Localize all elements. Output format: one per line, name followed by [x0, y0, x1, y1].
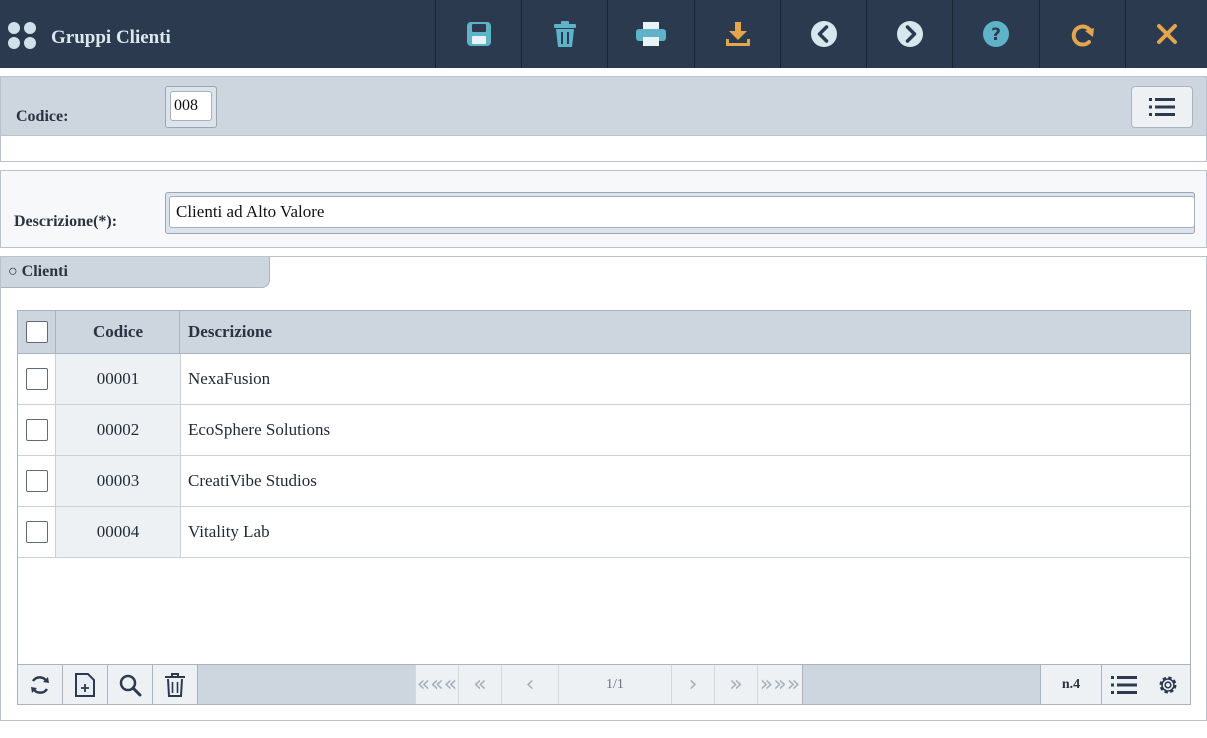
column-header-descrizione[interactable]: Descrizione	[188, 311, 788, 353]
download-button[interactable]	[694, 0, 780, 68]
descrizione-field-wrapper	[165, 192, 1195, 234]
descrizione-label: Descrizione(*):	[14, 213, 118, 230]
descrizione-input[interactable]	[169, 196, 1195, 228]
row-checkbox[interactable]	[26, 419, 48, 441]
descrizione-panel: Descrizione(*):	[0, 170, 1207, 248]
search-icon	[119, 674, 142, 696]
cell-codice: 00004	[55, 507, 181, 557]
next-block-button[interactable]: »	[714, 665, 757, 704]
search-button[interactable]	[108, 665, 153, 704]
last-page-button[interactable]: »»»	[757, 665, 803, 704]
grid-header: Codice Descrizione	[18, 311, 1190, 354]
columns-list-button[interactable]	[1101, 665, 1147, 704]
row-checkbox[interactable]	[26, 368, 48, 390]
new-document-icon	[75, 672, 95, 697]
cell-descrizione: EcoSphere Solutions	[188, 420, 331, 439]
row-count: n.4	[1040, 665, 1101, 704]
table-row[interactable]: 00004 Vitality Lab	[18, 507, 1190, 558]
codice-input[interactable]	[170, 91, 212, 121]
table-row[interactable]: 00002 EcoSphere Solutions	[18, 405, 1190, 456]
trash-icon	[553, 21, 576, 47]
table-row[interactable]: 00001 NexaFusion	[18, 354, 1190, 405]
list-icon	[1111, 675, 1137, 694]
save-button[interactable]	[435, 0, 521, 68]
refresh-button[interactable]	[18, 665, 63, 704]
grid-footer: ««« « ‹ 1/1 › » »»» n.4	[18, 664, 1190, 704]
list-icon	[1149, 98, 1175, 116]
previous-block-button[interactable]: «	[458, 665, 501, 704]
save-icon	[466, 22, 491, 46]
print-button[interactable]	[607, 0, 694, 68]
help-circle-icon: ?	[983, 21, 1009, 47]
row-checkbox[interactable]	[26, 521, 48, 543]
list-view-button[interactable]	[1131, 86, 1193, 128]
gear-icon	[1159, 676, 1177, 693]
download-icon	[725, 22, 750, 46]
column-header-codice[interactable]: Codice	[56, 311, 180, 353]
printer-icon	[636, 22, 666, 46]
clienti-tab-label: ○ Clienti	[8, 263, 68, 280]
redo-icon	[1071, 24, 1094, 47]
clienti-grid: Codice Descrizione 00001 NexaFusion 0000…	[17, 310, 1191, 705]
close-icon	[1157, 24, 1177, 44]
select-all-checkbox[interactable]	[26, 321, 48, 343]
previous-button[interactable]	[780, 0, 866, 68]
cell-codice: 00002	[55, 405, 181, 455]
close-button[interactable]	[1125, 0, 1207, 68]
app-header: Gruppi Clienti	[0, 0, 435, 68]
cell-descrizione: NexaFusion	[188, 369, 271, 388]
refresh-icon	[31, 675, 49, 694]
new-row-button[interactable]	[63, 665, 108, 704]
settings-button[interactable]	[1146, 665, 1190, 704]
header-divider	[179, 311, 180, 353]
app-title: Gruppi Clienti	[51, 27, 171, 48]
cell-descrizione: Vitality Lab	[188, 522, 270, 541]
codice-label: Codice:	[16, 108, 69, 125]
clienti-tab[interactable]: ○ Clienti	[1, 257, 270, 288]
svg-text:?: ?	[991, 25, 1001, 45]
page-indicator: 1/1	[558, 665, 671, 704]
help-button[interactable]: ?	[952, 0, 1039, 68]
next-page-button[interactable]: ›	[671, 665, 714, 704]
codice-band: Codice:	[1, 77, 1206, 136]
delete-row-button[interactable]	[153, 665, 198, 704]
delete-button[interactable]	[521, 0, 607, 68]
first-page-button[interactable]: «««	[415, 665, 458, 704]
cell-codice: 00003	[55, 456, 181, 506]
app-menu-icon[interactable]	[8, 22, 38, 50]
top-toolbar: Gruppi Clienti ?	[0, 0, 1207, 68]
chevron-right-circle-icon	[896, 21, 923, 47]
codice-panel: Codice:	[0, 76, 1207, 162]
next-button[interactable]	[866, 0, 952, 68]
cell-descrizione: CreatiVibe Studios	[188, 471, 317, 490]
clienti-section: ○ Clienti Codice Descrizione 00001 NexaF…	[0, 256, 1207, 721]
trash-icon	[165, 672, 185, 697]
reload-button[interactable]	[1039, 0, 1125, 68]
row-checkbox[interactable]	[26, 470, 48, 492]
chevron-left-circle-icon	[810, 21, 837, 47]
codice-field-wrapper	[165, 86, 217, 128]
previous-page-button[interactable]: ‹	[501, 665, 558, 704]
table-row[interactable]: 00003 CreatiVibe Studios	[18, 456, 1190, 507]
cell-codice: 00001	[55, 354, 181, 404]
